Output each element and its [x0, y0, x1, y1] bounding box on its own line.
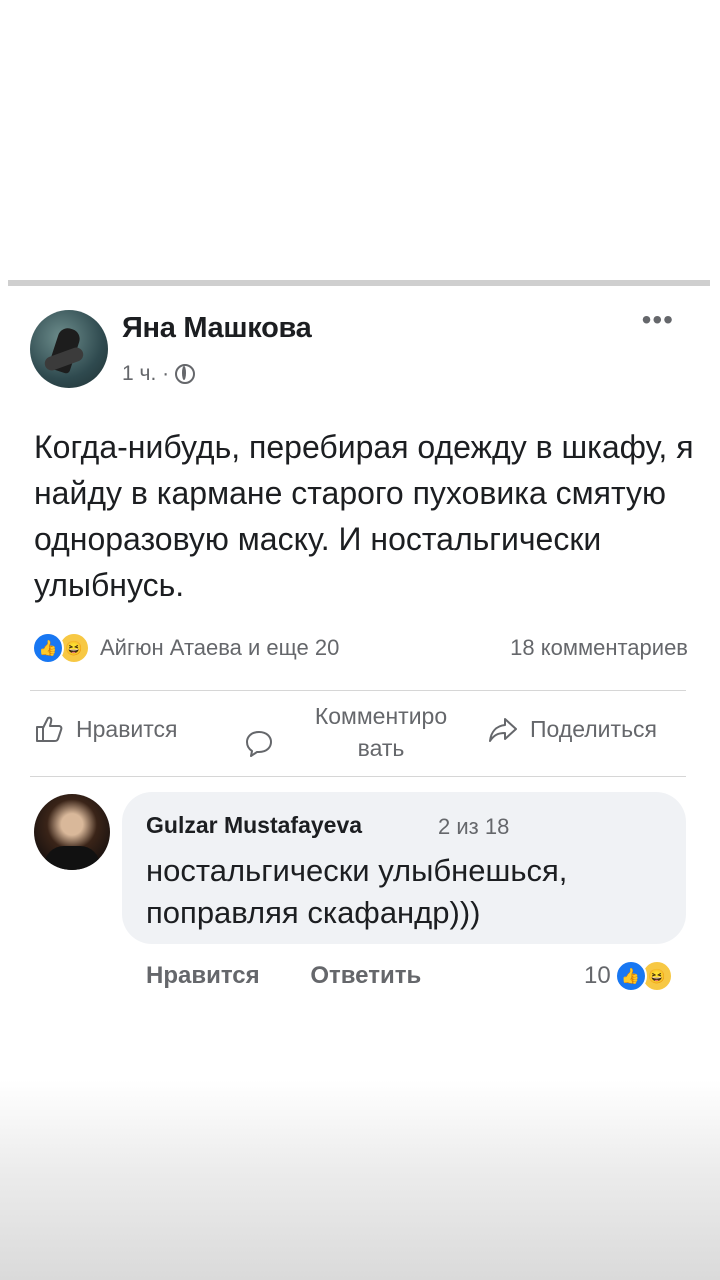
like-label: Нравится: [76, 715, 178, 742]
bottom-fade: [0, 1080, 720, 1280]
share-button[interactable]: Поделиться: [488, 714, 657, 744]
comment-bubble: Gulzar Mustafayeva 2 из 18 ностальгическ…: [122, 792, 686, 944]
reactions-summary[interactable]: Айгюн Атаева и еще 20: [100, 635, 339, 661]
comment-label-line2: вать: [357, 735, 405, 761]
reactions-row[interactable]: 👍 😆 Айгюн Атаева и еще 20 18 комментарие…: [32, 628, 692, 668]
speech-bubble-icon: [246, 731, 272, 757]
more-horizontal-icon[interactable]: •••: [642, 306, 674, 334]
thumbs-up-icon: 👍: [614, 960, 647, 992]
share-arrow-icon: [489, 718, 517, 742]
commenter-name[interactable]: Gulzar Mustafayeva: [146, 812, 362, 839]
comment-text: ностальгически улыбнешься, поправляя ска…: [146, 853, 568, 930]
comment-label-line1: Комментиро: [314, 703, 448, 729]
like-button[interactable]: Нравится: [34, 714, 178, 744]
thumbs-up-outline-icon: [36, 716, 63, 742]
divider: [30, 776, 686, 777]
comment-actions: Нравится Ответить: [146, 962, 465, 990]
top-divider: [8, 280, 710, 286]
comment-reactions[interactable]: 10 👍 😆: [584, 960, 673, 992]
thumbs-up-icon: 👍: [32, 632, 64, 664]
commenter-avatar[interactable]: [34, 794, 110, 870]
comment-reactions-count: 10: [584, 962, 611, 989]
comment-reply-button[interactable]: Ответить: [310, 962, 421, 989]
post-meta: 1 ч. ·: [122, 362, 196, 386]
comment-like-button[interactable]: Нравится: [146, 962, 260, 989]
author-name[interactable]: Яна Машкова: [122, 312, 312, 345]
globe-icon: [175, 364, 196, 384]
comment-position: 2 из 18: [438, 814, 510, 839]
share-label: Поделиться: [530, 715, 658, 742]
divider: [30, 690, 686, 691]
post-time[interactable]: 1 ч. ·: [122, 362, 169, 386]
post-header: Яна Машкова 1 ч. · •••: [30, 306, 690, 396]
post-text: Когда-нибудь, перебирая одежду в шкафу, …: [34, 429, 694, 603]
author-avatar[interactable]: [30, 310, 108, 388]
comment-button[interactable]: Комментиро вать: [244, 700, 470, 764]
comments-count[interactable]: 18 комментариев: [510, 635, 688, 661]
